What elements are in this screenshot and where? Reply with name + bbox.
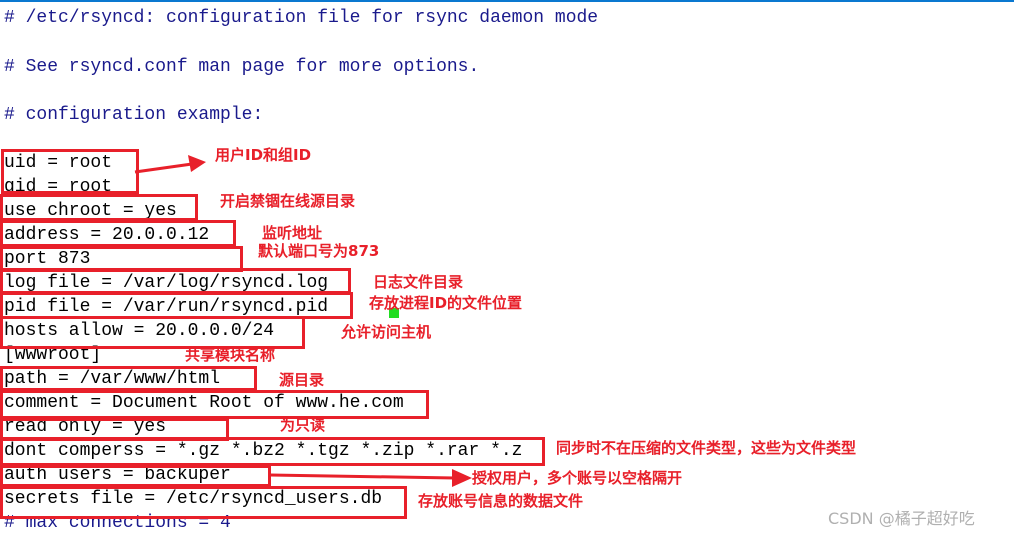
annotation-pid-file: 存放进程ID的文件位置	[369, 294, 523, 312]
annotation-secrets-file: 存放账号信息的数据文件	[418, 492, 584, 510]
arrow-uid-gid	[134, 155, 206, 174]
annotation-address: 监听地址	[262, 224, 323, 242]
annotation-hosts-allow: 允许访问主机	[341, 323, 432, 341]
annotation-read-only: 为只读	[280, 416, 326, 434]
annotation-port: 默认端口号为873	[258, 242, 380, 260]
annotation-auth-users: 授权用户，多个账号以空格隔开	[472, 469, 683, 487]
annotation-module: 共享模块名称	[185, 346, 276, 364]
annotation-dont-compress: 同步时不在压缩的文件类型，这些为文件类型	[556, 439, 857, 457]
annotation-arrows	[134, 155, 472, 487]
arrow-auth-users	[269, 469, 472, 487]
annotation-uid-gid: 用户ID和组ID	[215, 146, 312, 164]
annotation-chroot: 开启禁锢在线源目录	[220, 192, 356, 210]
annotation-log-file: 日志文件目录	[373, 273, 464, 291]
watermark: CSDN @橘子超好吃	[828, 509, 975, 528]
annotation-path: 源目录	[279, 371, 325, 389]
